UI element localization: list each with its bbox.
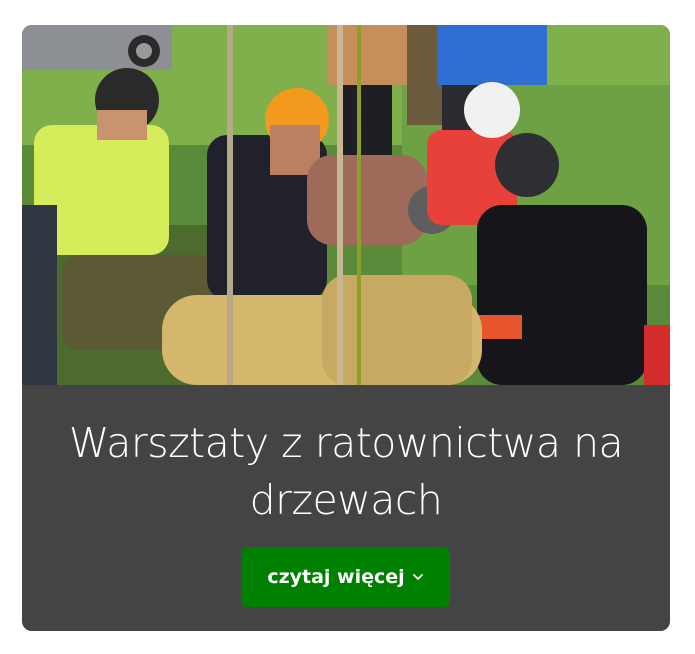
chevron-down-icon [412,574,423,580]
read-more-button[interactable]: czytaj więcej [241,547,450,607]
read-more-label: czytaj więcej [267,566,405,588]
card-photo [22,25,670,385]
card-title: Warsztaty z ratownictwa na drzewach [68,419,624,524]
card-caption: Warsztaty z ratownictwa na drzewach czyt… [22,385,670,631]
news-card: Warsztaty z ratownictwa na drzewach czyt… [22,25,670,631]
